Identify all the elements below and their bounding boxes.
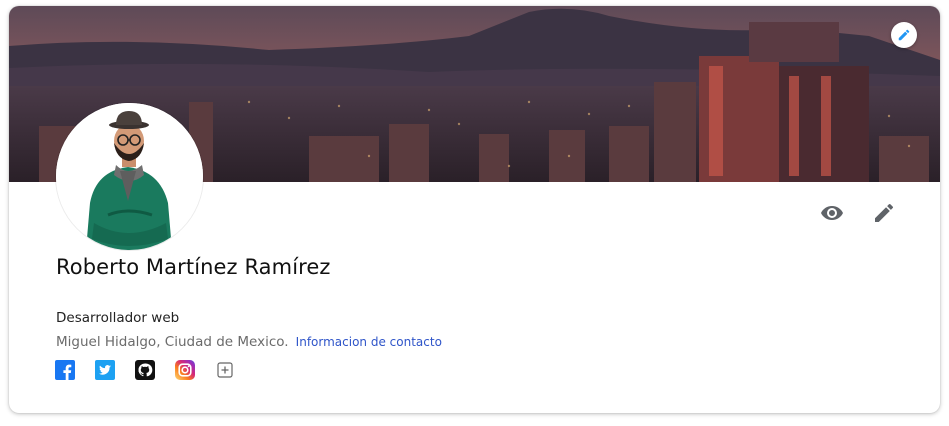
avatar[interactable] — [56, 103, 203, 250]
pencil-icon — [898, 29, 910, 41]
profile-actions — [819, 200, 897, 226]
profile-location: Miguel Hidalgo, Ciudad de Mexico. — [56, 334, 289, 350]
location-row: Miguel Hidalgo, Ciudad de Mexico. Inform… — [56, 331, 442, 350]
facebook-link[interactable] — [55, 360, 75, 380]
edit-banner-button[interactable] — [891, 22, 917, 48]
twitter-icon — [95, 360, 115, 380]
profile-headline: Desarrollador web — [56, 310, 180, 326]
twitter-link[interactable] — [95, 360, 115, 380]
profile-card: Roberto Martínez Ramírez Desarrollador w… — [9, 6, 940, 413]
instagram-link[interactable] — [175, 360, 195, 380]
add-box-icon — [217, 362, 233, 378]
instagram-icon — [175, 360, 195, 380]
pencil-icon — [875, 203, 894, 222]
profile-name: Roberto Martínez Ramírez — [56, 255, 331, 279]
github-link[interactable] — [135, 360, 155, 380]
contact-info-link[interactable]: Informacion de contacto — [296, 335, 442, 349]
edit-profile-button[interactable] — [871, 200, 897, 226]
github-icon — [135, 360, 155, 380]
view-profile-button[interactable] — [819, 200, 845, 226]
social-links — [55, 360, 235, 380]
facebook-icon — [55, 360, 75, 380]
add-social-link-button[interactable] — [215, 360, 235, 380]
profile-photo — [56, 103, 203, 250]
eye-icon — [821, 206, 843, 220]
